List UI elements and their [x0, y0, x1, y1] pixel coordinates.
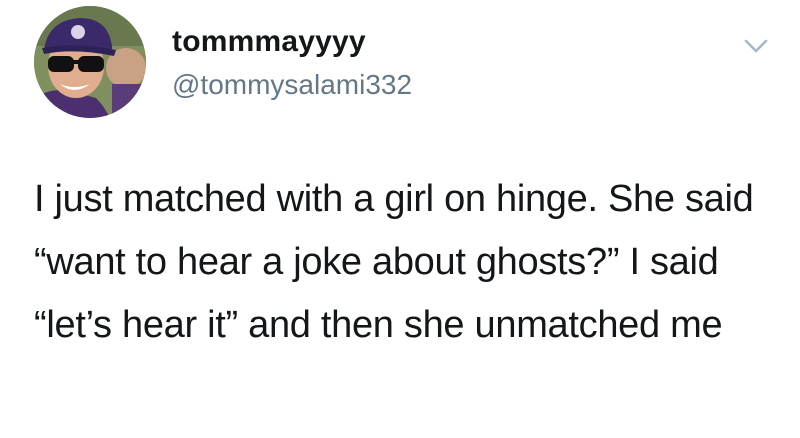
- chevron-down-icon[interactable]: [738, 28, 774, 64]
- tweet-text: I just matched with a girl on hinge. She…: [34, 178, 754, 346]
- user-handle[interactable]: @tommysalami332: [172, 68, 412, 102]
- user-avatar[interactable]: [34, 6, 146, 118]
- avatar-photo: [34, 6, 146, 118]
- tweet-card: tommmayyyy @tommysalami332 I just matche…: [0, 0, 800, 438]
- display-name[interactable]: tommmayyyy: [172, 24, 366, 60]
